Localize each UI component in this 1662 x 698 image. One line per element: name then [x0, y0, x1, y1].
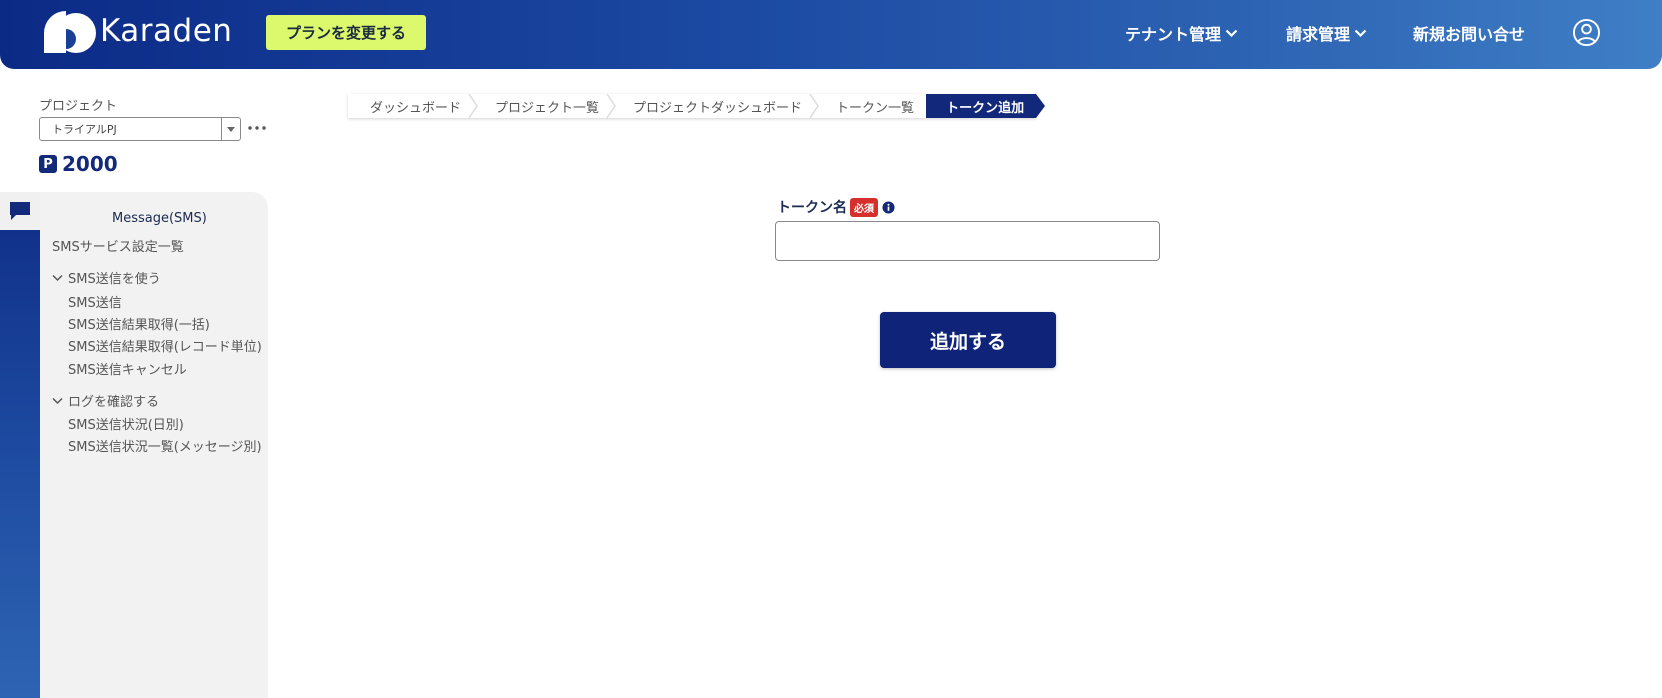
sms-section-tab[interactable]	[0, 192, 40, 230]
breadcrumb-current-token-add: トークン追加	[926, 94, 1046, 118]
required-badge: 必須	[850, 197, 878, 217]
chevron-right-icon	[468, 94, 478, 118]
sidebar-group-check-logs[interactable]: ログを確認する	[52, 391, 159, 410]
breadcrumb-label: プロジェクトダッシュボード	[633, 100, 803, 116]
sidebar-icon-strip	[0, 192, 40, 698]
more-options-icon[interactable]	[246, 119, 268, 137]
token-name-input[interactable]	[775, 221, 1160, 261]
breadcrumb-project-list[interactable]: プロジェクト一覧	[473, 94, 616, 118]
project-select[interactable]: トライアルPJ	[39, 117, 241, 141]
breadcrumb-label: ダッシュボード	[370, 100, 462, 116]
karaden-logo[interactable]: Karaden	[42, 9, 232, 53]
token-name-label: トークン名 必須	[777, 197, 895, 217]
chevron-right-icon	[606, 94, 616, 118]
points-icon: P	[39, 155, 57, 173]
sidebar-item-sms-result-record[interactable]: SMS送信結果取得(レコード単位)	[68, 336, 262, 355]
nav-billing-label: 請求管理	[1286, 25, 1351, 44]
chevron-down-icon	[52, 397, 63, 404]
breadcrumb-label: プロジェクト一覧	[495, 100, 600, 116]
sidebar-item-sms-cancel[interactable]: SMS送信キャンセル	[68, 359, 187, 378]
breadcrumb-active-tip	[1036, 94, 1046, 118]
nav-billing-management[interactable]: 請求管理	[1286, 20, 1367, 46]
sidebar-item-sms-result-bulk[interactable]: SMS送信結果取得(一括)	[68, 314, 210, 333]
sidebar-item-sms-settings[interactable]: SMSサービス設定一覧	[52, 236, 184, 255]
karaden-logo-icon	[44, 11, 96, 53]
sidebar-group-label: ログを確認する	[68, 395, 160, 410]
breadcrumb-label: トークン追加	[946, 100, 1025, 116]
chat-bubble-icon	[10, 202, 30, 220]
sidebar-group-use-sms[interactable]: SMS送信を使う	[52, 268, 161, 287]
breadcrumb-token-list[interactable]: トークン一覧	[814, 94, 926, 118]
token-name-label-text: トークン名	[777, 200, 847, 216]
breadcrumb-dashboard[interactable]: ダッシュボード	[348, 94, 478, 118]
project-select-value: トライアルPJ	[52, 123, 117, 136]
add-token-button[interactable]: 追加する	[880, 312, 1056, 368]
nav-inquiry-label: 新規お問い合せ	[1413, 25, 1526, 44]
dropdown-arrow-icon	[221, 118, 240, 140]
sidebar-item-sms-send[interactable]: SMS送信	[68, 292, 122, 311]
chevron-down-icon	[1225, 29, 1238, 37]
nav-tenant-management[interactable]: テナント管理	[1125, 20, 1238, 46]
top-header: Karaden プランを変更する テナント管理 請求管理 新規お問い合せ	[0, 0, 1662, 69]
nav-tenant-label: テナント管理	[1125, 25, 1222, 44]
breadcrumb: ダッシュボード プロジェクト一覧 プロジェクトダッシュボード トークン一覧 トー…	[348, 94, 1046, 118]
logo-text: Karaden	[100, 13, 233, 49]
chevron-right-icon	[809, 94, 819, 118]
nav-new-inquiry[interactable]: 新規お問い合せ	[1413, 20, 1525, 46]
sidebar-group-label: SMS送信を使う	[68, 272, 161, 287]
points-balance: P 2000	[39, 152, 118, 176]
points-value: 2000	[62, 152, 118, 176]
sidebar-item-sms-status-daily[interactable]: SMS送信状況(日別)	[68, 414, 184, 433]
sidebar-section-title: Message(SMS)	[112, 211, 207, 226]
breadcrumb-label: トークン一覧	[836, 100, 915, 116]
change-plan-button[interactable]: プランを変更する	[266, 15, 426, 50]
breadcrumb-project-dashboard[interactable]: プロジェクトダッシュボード	[611, 94, 819, 118]
chevron-down-icon	[52, 274, 63, 281]
project-label: プロジェクト	[39, 99, 118, 114]
sidebar-item-sms-status-by-message[interactable]: SMS送信状況一覧(メッセージ別)	[68, 436, 262, 455]
chevron-down-icon	[1354, 29, 1367, 37]
info-icon[interactable]	[882, 200, 895, 214]
user-circle-icon[interactable]	[1572, 18, 1601, 47]
